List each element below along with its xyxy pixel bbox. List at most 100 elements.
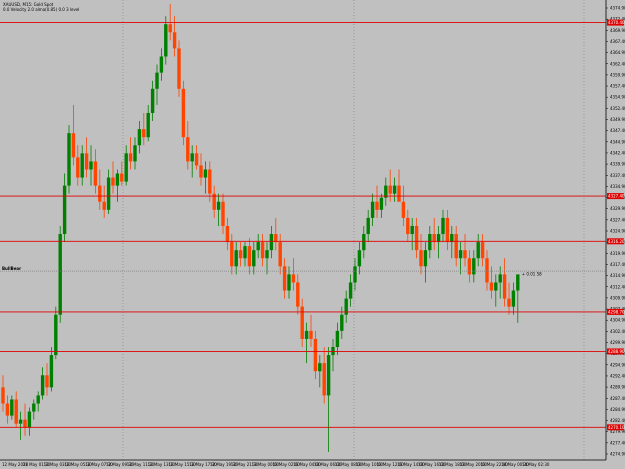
candle-body	[256, 242, 260, 251]
candle-body	[467, 258, 472, 275]
y-tick-label: 4362.40	[610, 61, 625, 66]
y-tick-label: 4357.40	[610, 84, 625, 89]
candle-body	[146, 112, 150, 138]
candle-body	[186, 137, 190, 162]
y-tick-label: 4334.90	[610, 184, 625, 189]
candle-body	[282, 266, 287, 291]
candle-body	[142, 129, 146, 138]
candle-body	[304, 330, 309, 339]
candle-body	[445, 217, 450, 243]
candle-body	[18, 419, 23, 424]
candle-body	[502, 274, 507, 299]
candle-body	[428, 234, 432, 251]
candle-body	[164, 24, 168, 57]
candle-body	[58, 234, 62, 315]
y-tick-label: 4294.90	[610, 362, 625, 367]
y-tick-label: 4359.90	[610, 72, 625, 77]
price-chart[interactable]: 4374.904372.404369.904367.404364.904362.…	[0, 0, 625, 469]
y-tick-label: 4352.40	[610, 106, 625, 111]
candle-body	[472, 258, 476, 275]
candle-body	[168, 24, 172, 33]
candle-body	[485, 258, 489, 283]
level-price-label: 4298.70	[608, 309, 625, 314]
y-tick-label: 4374.90	[610, 6, 625, 11]
candle-body	[494, 282, 498, 291]
candle-body	[93, 161, 98, 186]
candle-body	[243, 246, 247, 259]
candle-body	[40, 375, 45, 396]
candle-body	[489, 282, 494, 291]
candle-body	[370, 201, 375, 218]
candle-body	[124, 153, 128, 182]
candle-body	[23, 419, 27, 428]
level-price-label: 4370.40	[608, 20, 625, 25]
level-price-label: 4270.10	[608, 425, 625, 430]
candle-body	[32, 403, 36, 412]
candle-body	[1, 387, 5, 404]
candle-body	[379, 197, 384, 210]
candle-body	[62, 185, 67, 235]
y-tick-label: 4327.40	[610, 217, 625, 222]
x-tick-label: 14 May 02:30	[522, 462, 550, 467]
candle-body	[155, 72, 159, 89]
trade-label: + 0.01 58	[522, 271, 542, 276]
candle-body	[392, 185, 397, 194]
candle-body	[498, 274, 502, 283]
candle-body	[287, 274, 291, 291]
candle-body	[71, 133, 76, 158]
candle-body	[216, 201, 221, 210]
level-price-label: 4288.90	[608, 349, 625, 354]
candle-body	[480, 242, 485, 259]
candle-body	[159, 56, 164, 73]
candle-body	[265, 250, 269, 259]
candle-body	[181, 88, 186, 138]
candle-body	[476, 242, 480, 259]
candle-body	[80, 153, 84, 178]
candle-body	[36, 395, 40, 404]
y-tick-label: 4292.40	[610, 373, 625, 378]
candle-body	[410, 225, 414, 235]
candle-body	[10, 399, 14, 416]
candle-body	[128, 153, 133, 162]
y-tick-label: 4364.90	[610, 50, 625, 55]
y-tick-label: 4369.90	[610, 28, 625, 33]
candle-body	[102, 201, 106, 210]
candle-body	[340, 314, 344, 331]
y-tick-label: 4342.40	[610, 150, 625, 155]
candle-body	[133, 145, 137, 162]
candle-body	[14, 399, 18, 424]
candle-body	[322, 363, 326, 396]
y-tick-label: 4314.90	[610, 273, 625, 278]
candle-body	[111, 177, 115, 186]
candle-body	[278, 242, 282, 267]
y-tick-label: 4339.90	[610, 162, 625, 167]
y-tick-label: 4304.90	[610, 318, 625, 323]
y-tick-label: 4347.40	[610, 128, 625, 133]
candle-body	[150, 88, 155, 113]
candle-body	[67, 133, 71, 186]
candle-body	[221, 201, 225, 226]
candle-body	[353, 266, 357, 283]
candle-body	[401, 201, 406, 218]
chart-area[interactable]: 4374.90 4372.40 4369.90 4367.40 4364.90 4362.…	[0, 0, 625, 469]
candle-body	[177, 48, 181, 89]
candle-body	[49, 355, 54, 388]
candle-body	[190, 153, 194, 162]
y-tick-label: 4287.40	[610, 396, 625, 401]
y-tick-label: 4367.40	[610, 39, 625, 44]
candle-body	[208, 169, 212, 194]
candle-body	[309, 330, 313, 339]
candle-body	[397, 185, 401, 202]
y-tick-label: 4354.90	[610, 95, 625, 100]
y-tick-label: 4329.90	[610, 206, 625, 211]
y-tick-label: 4302.40	[610, 329, 625, 334]
candle-body	[458, 250, 463, 259]
candle-body	[252, 250, 256, 267]
y-tick-label: 4319.90	[610, 251, 625, 256]
bid-tag: BullBear	[2, 266, 21, 271]
candle-body	[454, 234, 458, 259]
candle-body	[106, 177, 111, 210]
candle-body	[260, 242, 265, 259]
indicator-info: 0.0 Velocity 2.0 alma(0.85) 0.0 3 level	[3, 7, 80, 12]
candle-body	[441, 217, 445, 235]
